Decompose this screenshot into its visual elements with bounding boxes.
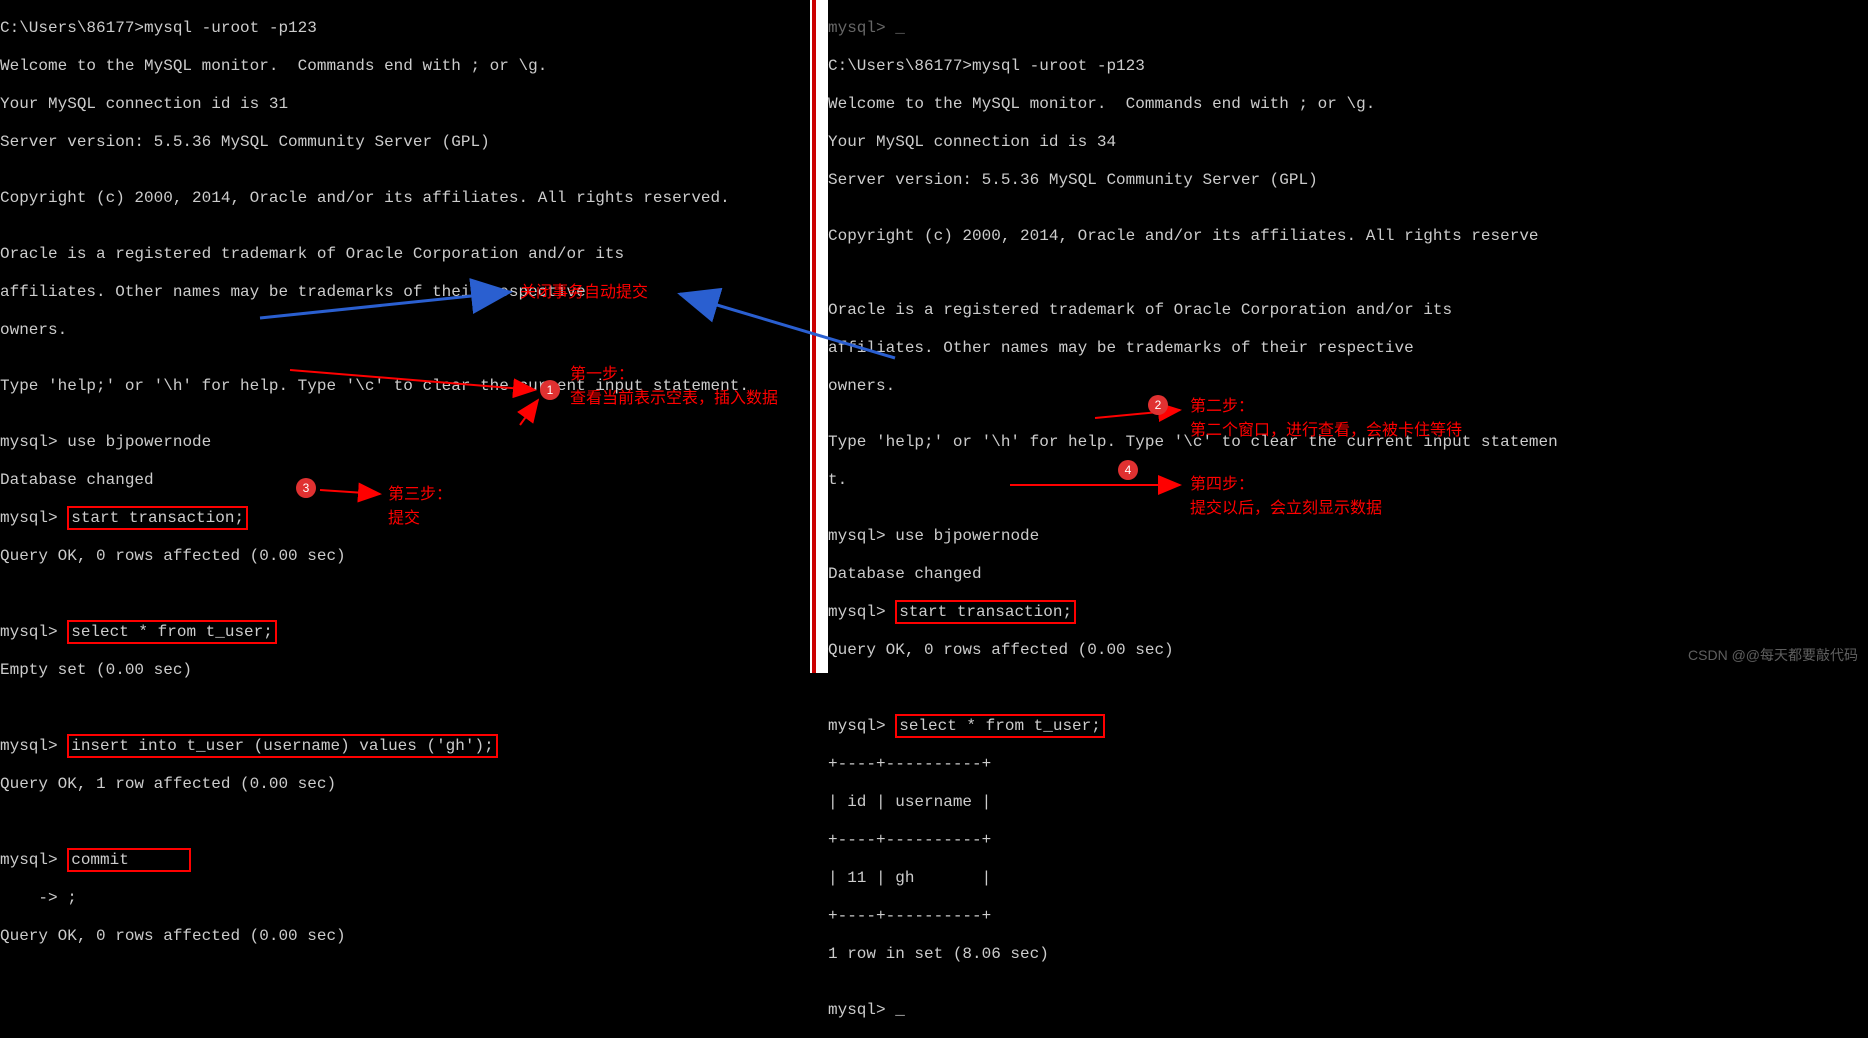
blank-line bbox=[0, 698, 810, 718]
output-line: Your MySQL connection id is 34 bbox=[828, 132, 1868, 152]
highlight-start-transaction-right: start transaction; bbox=[895, 600, 1076, 624]
highlight-commit: commit bbox=[67, 848, 191, 872]
table-border: +----+----------+ bbox=[828, 754, 1868, 774]
output-line: Welcome to the MySQL monitor. Commands e… bbox=[0, 56, 810, 76]
highlight-select: select * from t_user; bbox=[67, 620, 277, 644]
output-line: Oracle is a registered trademark of Orac… bbox=[0, 244, 810, 264]
terminal-left[interactable]: C:\Users\86177>mysql -uroot -p123 Welcom… bbox=[0, 0, 810, 673]
blank-line bbox=[0, 812, 810, 832]
output-line: Query OK, 1 row affected (0.00 sec) bbox=[0, 774, 810, 794]
table-row: | 11 | gh | bbox=[828, 868, 1868, 888]
annot-close-tx: 关闭事务自动提交 bbox=[520, 278, 648, 302]
highlight-select-right: select * from t_user; bbox=[895, 714, 1105, 738]
output-line: affiliates. Other names may be trademark… bbox=[0, 282, 810, 302]
output-line: Copyright (c) 2000, 2014, Oracle and/or … bbox=[828, 226, 1868, 246]
blank-line bbox=[0, 584, 810, 604]
cmd-line: C:\Users\86177>mysql -uroot -p123 bbox=[0, 18, 810, 38]
prev-prompt: mysql> _ bbox=[828, 18, 1868, 38]
mysql-cmd: mysql> commit bbox=[0, 850, 810, 870]
output-line: owners. bbox=[0, 320, 810, 340]
mysql-cmd: mysql> use bjpowernode bbox=[0, 432, 810, 452]
terminal-right[interactable]: mysql> _ C:\Users\86177>mysql -uroot -p1… bbox=[828, 0, 1868, 673]
badge-2: 2 bbox=[1148, 395, 1168, 415]
annot-step4-body: 提交以后，会立刻显示数据 bbox=[1190, 494, 1382, 518]
output-line: Welcome to the MySQL monitor. Commands e… bbox=[828, 94, 1868, 114]
annot-step2-title: 第二步： bbox=[1190, 392, 1254, 416]
output-line: Your MySQL connection id is 31 bbox=[0, 94, 810, 114]
badge-1: 1 bbox=[540, 380, 560, 400]
badge-4: 4 bbox=[1118, 460, 1138, 480]
annot-step1-title: 第一步： bbox=[570, 360, 634, 384]
annot-step3-body: 提交 bbox=[388, 504, 420, 528]
cmd-line: C:\Users\86177>mysql -uroot -p123 bbox=[828, 56, 1868, 76]
output-line: Query OK, 0 rows affected (0.00 sec) bbox=[0, 546, 810, 566]
output-line: 1 row in set (8.06 sec) bbox=[828, 944, 1868, 964]
watermark: CSDN @@每天都要敲代码 bbox=[1688, 645, 1858, 665]
blank-line bbox=[828, 678, 1868, 698]
output-line: Empty set (0.00 sec) bbox=[0, 660, 810, 680]
output-line: Server version: 5.5.36 MySQL Community S… bbox=[0, 132, 810, 152]
highlight-start-transaction: start transaction; bbox=[67, 506, 248, 530]
annot-step3-title: 第三步： bbox=[388, 480, 452, 504]
output-line: affiliates. Other names may be trademark… bbox=[828, 338, 1868, 358]
output-line: Query OK, 0 rows affected (0.00 sec) bbox=[0, 926, 810, 946]
output-line: owners. bbox=[828, 376, 1868, 396]
pane-divider bbox=[810, 0, 828, 673]
output-line: t. bbox=[828, 470, 1868, 490]
output-line: -> ; bbox=[0, 888, 810, 908]
mysql-cmd: mysql> select * from t_user; bbox=[0, 622, 810, 642]
highlight-insert: insert into t_user (username) values ('g… bbox=[67, 734, 497, 758]
table-border: +----+----------+ bbox=[828, 906, 1868, 926]
annot-step2-body: 第二个窗口，进行查看，会被卡住等待 bbox=[1190, 416, 1462, 440]
table-header: | id | username | bbox=[828, 792, 1868, 812]
output-line: Server version: 5.5.36 MySQL Community S… bbox=[828, 170, 1868, 190]
table-border: +----+----------+ bbox=[828, 830, 1868, 850]
mysql-prompt: mysql> _ bbox=[828, 1000, 1868, 1020]
badge-3: 3 bbox=[296, 478, 316, 498]
output-line: Copyright (c) 2000, 2014, Oracle and/or … bbox=[0, 188, 810, 208]
mysql-cmd: mysql> insert into t_user (username) val… bbox=[0, 736, 810, 756]
output-line: Oracle is a registered trademark of Orac… bbox=[828, 300, 1868, 320]
mysql-cmd: mysql> select * from t_user; bbox=[828, 716, 1868, 736]
output-line: Database changed bbox=[828, 564, 1868, 584]
mysql-cmd: mysql> use bjpowernode bbox=[828, 526, 1868, 546]
annot-step4-title: 第四步： bbox=[1190, 470, 1254, 494]
annot-step1-body: 查看当前表示空表，插入数据 bbox=[570, 384, 778, 408]
mysql-cmd: mysql> start transaction; bbox=[828, 602, 1868, 622]
